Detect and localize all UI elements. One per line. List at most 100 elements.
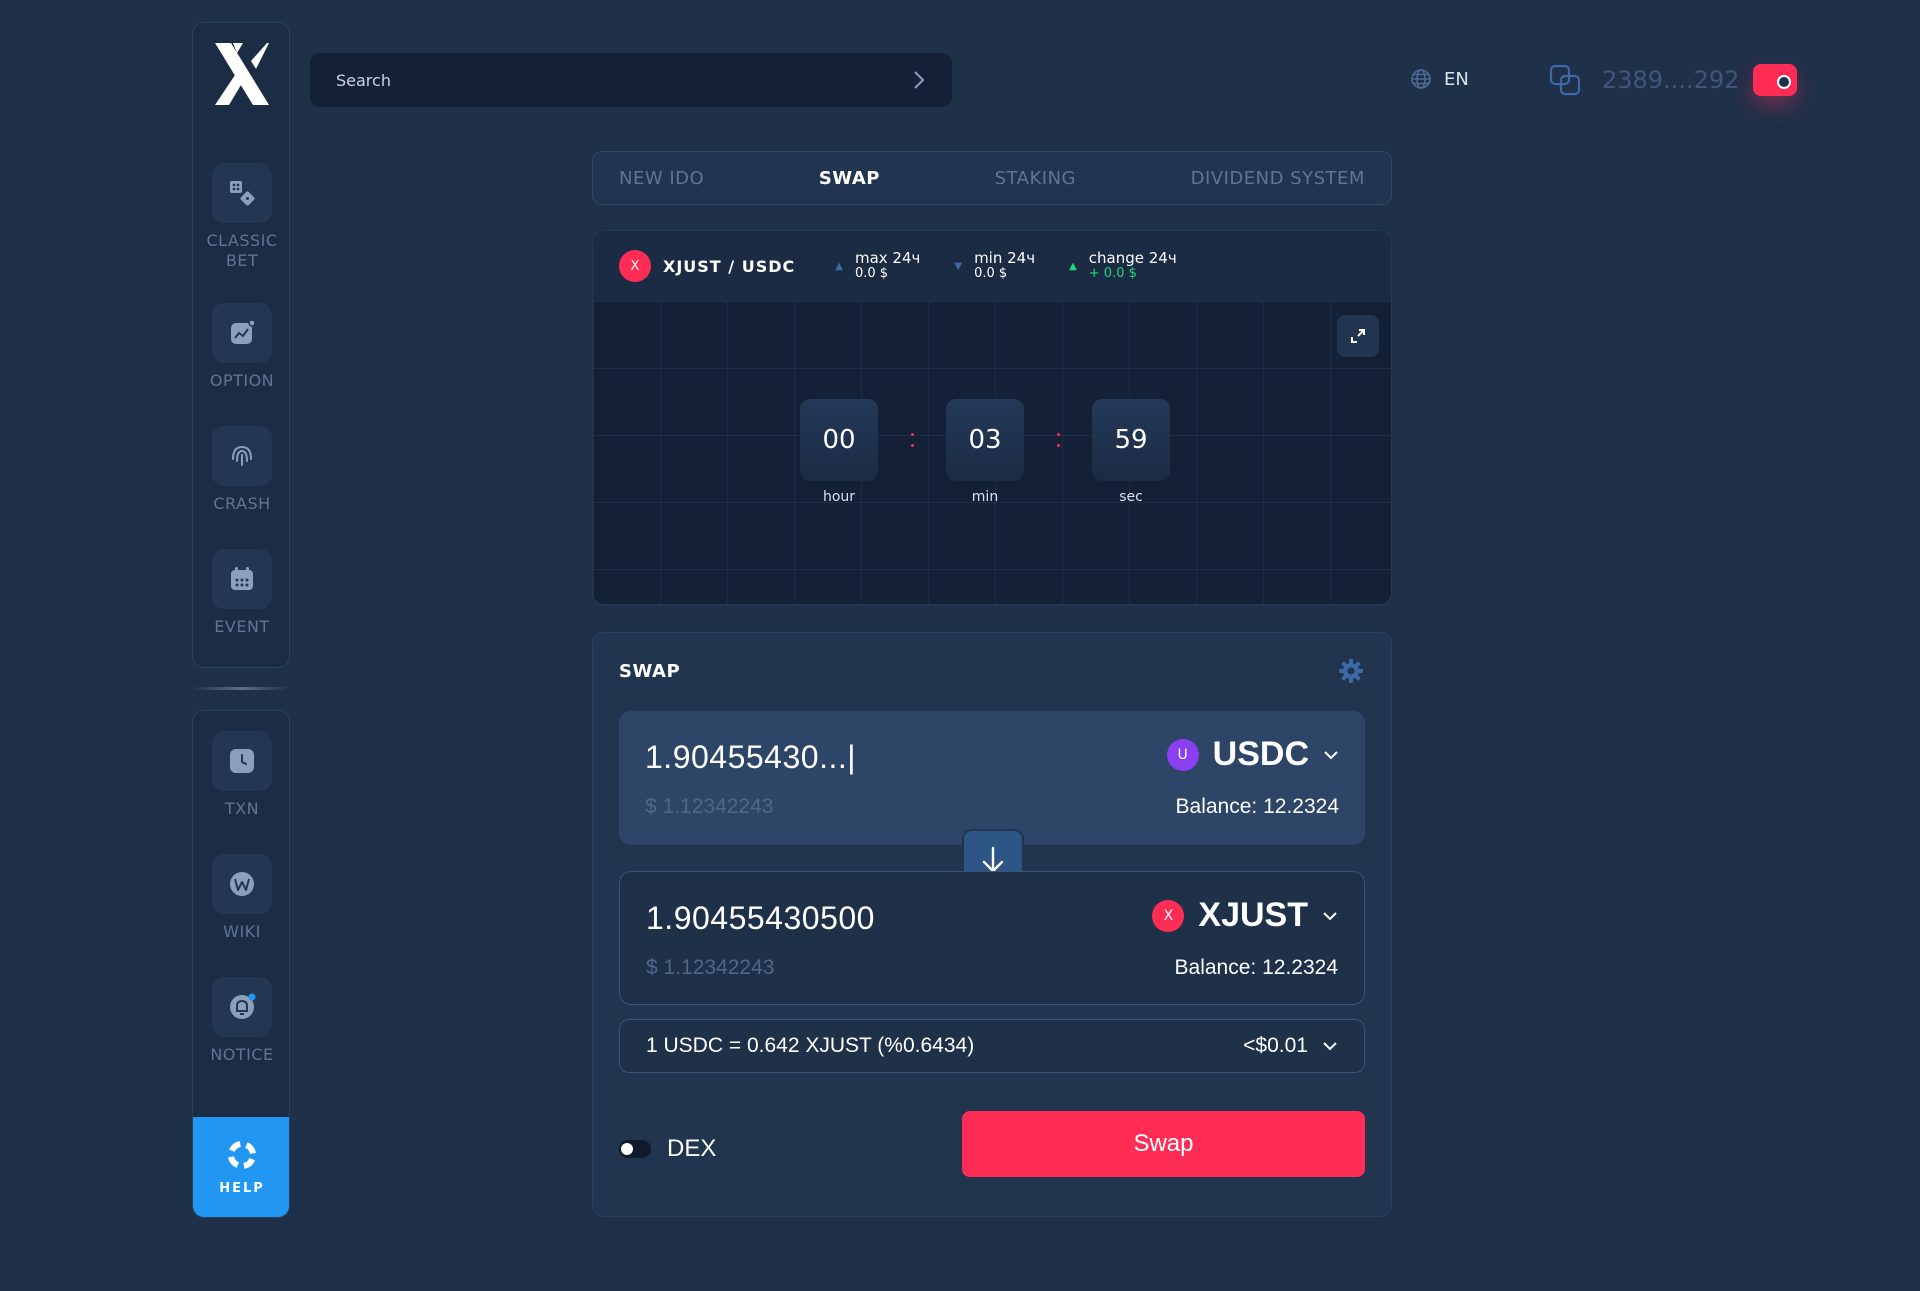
chevron-down-icon (1323, 911, 1337, 920)
x-logo-icon[interactable] (213, 39, 271, 109)
wallet-address[interactable]: 2389....292 (1602, 66, 1739, 94)
countdown-seconds-label: sec (1119, 489, 1143, 505)
tab-staking[interactable]: STAKING (995, 168, 1076, 189)
sidebar-item-event[interactable]: EVENT (193, 549, 291, 637)
dex-toggle[interactable]: DEX (619, 1135, 716, 1163)
countdown-minutes: 03 min (946, 399, 1024, 505)
help-button[interactable]: HELP (193, 1117, 289, 1217)
triangle-up-icon: ▲ (835, 260, 843, 272)
tab-new-ido[interactable]: NEW IDO (619, 168, 704, 189)
fee-estimate: <$0.01 (1243, 1034, 1308, 1057)
swap-to-box: 1.90455430500 $ 1.12342243 X XJUST Balan… (619, 871, 1365, 1005)
stat-value: 0.0 $ (974, 266, 1008, 281)
search-input[interactable]: Search (310, 53, 952, 107)
xjust-token-icon: X (619, 250, 651, 282)
countdown-separator (878, 399, 946, 481)
language-label: EN (1444, 68, 1469, 90)
xjust-token-icon: X (1152, 899, 1185, 932)
fingerprint-icon (212, 426, 272, 486)
swap-from-token-name: USDC (1212, 735, 1309, 773)
swap-from-token-select[interactable]: U USDC (1166, 735, 1339, 774)
toggle-knob (621, 1143, 633, 1155)
triangle-down-icon: ▼ (954, 260, 963, 272)
globe-icon (1411, 69, 1431, 89)
sidebar-item-label: CLASSIC BET (193, 231, 291, 271)
swap-from-balance: Balance: 12.2324 (1175, 795, 1339, 818)
sidebar-item-label: TXN (224, 799, 260, 818)
swap-button[interactable]: Swap (962, 1111, 1365, 1177)
sidebar-label-line1: CLASSIC (206, 231, 278, 250)
pair-name: XJUST / USDC (663, 256, 796, 276)
sidebar-item-option[interactable]: OPTION (193, 303, 291, 391)
sidebar-item-crash[interactable]: CRASH (193, 426, 291, 514)
chart-option-icon (212, 303, 272, 363)
bell-icon (212, 977, 272, 1037)
stat-value: + 0.0 $ (1088, 266, 1137, 281)
countdown-seconds: 59 sec (1092, 399, 1170, 505)
swap-from-amount-input[interactable]: 1.90455430...| (645, 739, 856, 776)
calendar-icon (212, 549, 272, 609)
wallet-area: 2389....292 (1548, 60, 1798, 100)
swap-to-amount-input[interactable]: 1.90455430500 (646, 900, 875, 937)
stat-max-24h: ▲ max 24ч 0.0 $ (835, 250, 920, 282)
sidebar-label-line2: BET (225, 251, 259, 270)
stat-value: 0.0 $ (854, 266, 889, 281)
sidebar-item-wiki[interactable]: WIKI (193, 854, 289, 942)
lifebuoy-icon (228, 1140, 256, 1169)
swap-to-token-name: XJUST (1198, 896, 1308, 934)
usdc-token-icon: U (1166, 738, 1199, 771)
sidebar-item-txn[interactable]: TXN (193, 731, 289, 819)
swap-from-box: 1.90455430...| $ 1.12342243 U USDC Balan… (619, 711, 1365, 845)
toggle-track (619, 1140, 651, 1158)
stat-title: change 24ч (1088, 249, 1177, 267)
settings-gear-icon[interactable] (1337, 657, 1365, 689)
exchange-rate-row[interactable]: 1 USDC = 0.642 XJUST (%0.6434) <$0.01 (619, 1019, 1365, 1073)
sidebar-tools: TXN WIKI NOTICE HELP (192, 710, 290, 1218)
countdown-hours-label: hour (822, 489, 856, 505)
chevron-right-icon[interactable] (912, 69, 926, 91)
expand-icon (1351, 329, 1365, 343)
countdown-minutes-value: 03 (946, 399, 1024, 481)
exchange-rate-text: 1 USDC = 0.642 XJUST (%0.6434) (646, 1034, 975, 1057)
swap-from-usd-value: $ 1.12342243 (645, 795, 774, 818)
sidebar-item-notice[interactable]: NOTICE (193, 977, 289, 1065)
wallet-button[interactable] (1753, 64, 1798, 96)
tab-dividend-system[interactable]: DIVIDEND SYSTEM (1191, 168, 1365, 189)
sidebar-item-label: WIKI (223, 922, 261, 941)
countdown-timer: 00 hour 03 min 59 sec (800, 399, 1170, 505)
stat-title: max 24ч (854, 249, 921, 267)
swap-to-token-select[interactable]: X XJUST (1152, 896, 1338, 935)
countdown-hours: 00 hour (800, 399, 878, 505)
chevron-down-icon (1324, 750, 1338, 759)
swap-title: SWAP (619, 661, 681, 682)
sidebar-item-label: NOTICE (210, 1045, 274, 1064)
sidebar-item-label: CRASH (213, 494, 271, 513)
price-chart-panel: X XJUST / USDC ▲ max 24ч 0.0 $ ▼ min 24ч… (592, 230, 1392, 605)
triangle-up-icon: ▲ (1069, 260, 1077, 272)
chevron-down-icon (1323, 1042, 1337, 1051)
copy-icon[interactable] (1548, 63, 1582, 97)
sidebar-item-classic-bet[interactable]: CLASSIC BET (193, 163, 291, 271)
swap-panel: SWAP 1.90455430...| $ 1.12342243 U USDC (592, 632, 1392, 1217)
pair-header: X XJUST / USDC ▲ max 24ч 0.0 $ ▼ min 24ч… (593, 231, 1391, 301)
dice-icon (212, 163, 272, 223)
tab-swap[interactable]: SWAP (819, 168, 880, 189)
help-label: HELP (219, 1180, 265, 1196)
swap-to-usd-value: $ 1.12342243 (646, 956, 775, 979)
sidebar-divider (192, 687, 290, 690)
sidebar-games: CLASSIC BET OPTION CRASH EVENT (192, 22, 290, 668)
countdown-seconds-value: 59 (1092, 399, 1170, 481)
search-placeholder: Search (336, 70, 391, 90)
wiki-icon (212, 854, 272, 914)
main-tabs: NEW IDO SWAP STAKING DIVIDEND SYSTEM (592, 151, 1392, 205)
countdown-minutes-label: min (971, 489, 999, 505)
countdown-separator (1024, 399, 1092, 481)
expand-chart-button[interactable] (1337, 315, 1379, 357)
swap-to-balance: Balance: 12.2324 (1174, 956, 1338, 979)
dex-label: DEX (667, 1135, 717, 1162)
stat-min-24h: ▼ min 24ч 0.0 $ (954, 250, 1035, 282)
stat-title: min 24ч (974, 249, 1036, 267)
sidebar-item-label: OPTION (209, 371, 275, 390)
language-selector[interactable]: EN (1410, 64, 1469, 94)
stat-change-24h: ▲ change 24ч + 0.0 $ (1069, 250, 1177, 282)
